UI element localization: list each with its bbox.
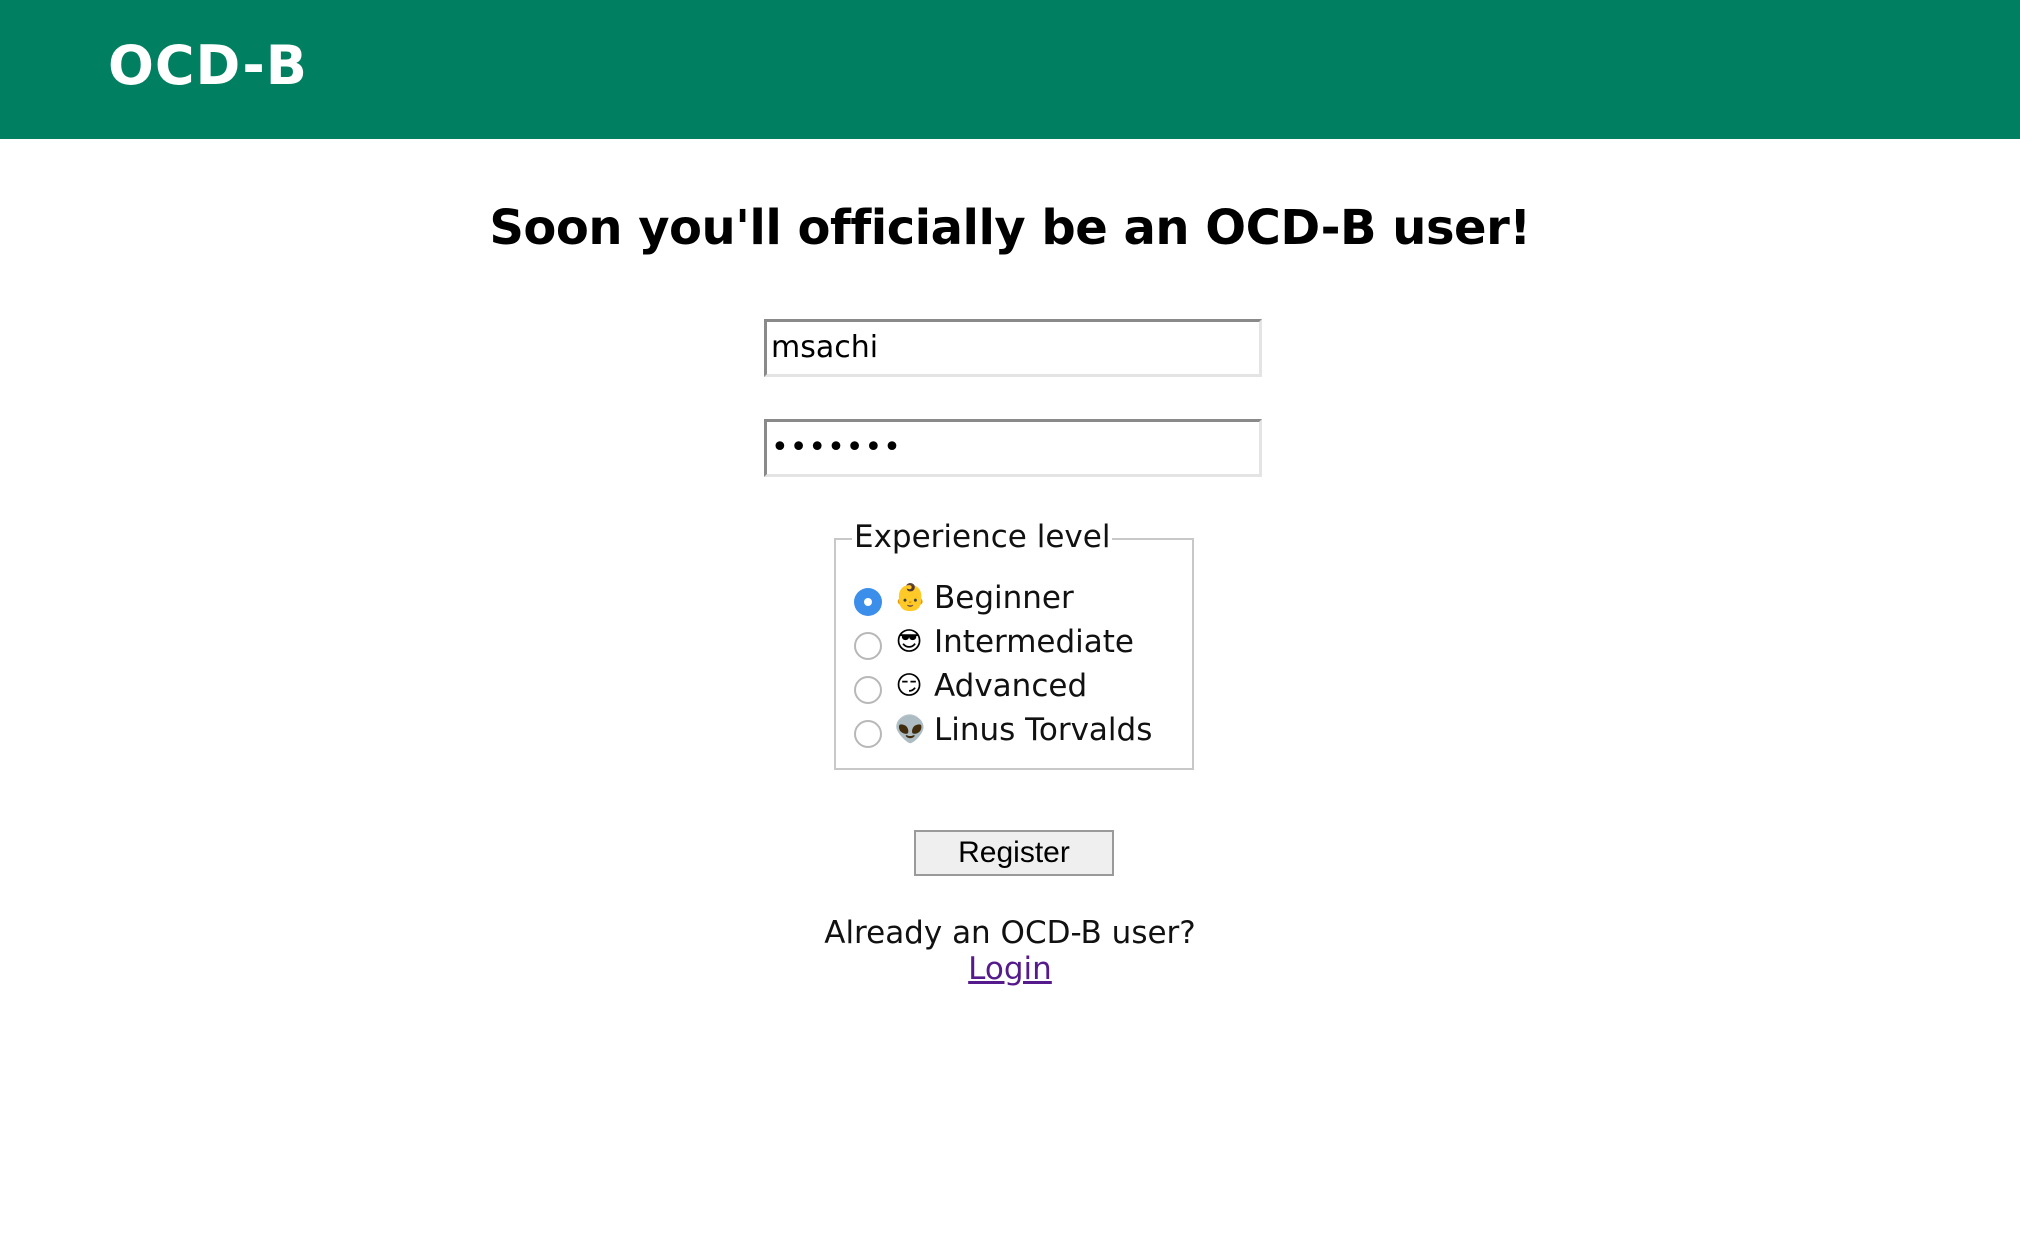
page-title: Soon you'll officially be an OCD-B user! — [489, 200, 1531, 256]
alien-icon: 👽 — [894, 715, 927, 745]
beginner-radio[interactable] — [854, 588, 882, 616]
baby-face-icon: 👶 — [894, 583, 927, 613]
register-button[interactable]: Register — [914, 830, 1114, 876]
intermediate-label[interactable]: Intermediate — [934, 620, 1134, 664]
username-input[interactable]: msachi — [764, 319, 1262, 377]
beginner-label[interactable]: Beginner — [934, 576, 1074, 620]
advanced-label[interactable]: Advanced — [934, 664, 1087, 708]
experience-option-advanced[interactable]: 😏 Advanced — [854, 664, 1087, 708]
experience-level-legend: Experience level — [852, 514, 1113, 560]
linus-torvalds-label[interactable]: Linus Torvalds — [934, 708, 1152, 752]
top-header: OCD-B — [0, 0, 2020, 139]
smirking-face-icon: 😏 — [895, 671, 923, 701]
advanced-radio[interactable] — [854, 676, 882, 704]
password-input[interactable]: ••••••• — [764, 419, 1262, 477]
experience-option-beginner[interactable]: 👶 Beginner — [854, 576, 1074, 620]
brand-logo-text[interactable]: OCD-B — [108, 34, 308, 98]
experience-option-linus-torvalds[interactable]: 👽 Linus Torvalds — [854, 708, 1152, 752]
experience-level-fieldset: Experience level 👶 Beginner 😎 Intermedia… — [834, 514, 1194, 770]
login-link-container: Login — [0, 948, 2020, 990]
linus-torvalds-radio[interactable] — [854, 720, 882, 748]
experience-option-intermediate[interactable]: 😎 Intermediate — [854, 620, 1134, 664]
login-link[interactable]: Login — [968, 951, 1052, 987]
sunglasses-face-icon: 😎 — [895, 627, 923, 657]
intermediate-radio[interactable] — [854, 632, 882, 660]
